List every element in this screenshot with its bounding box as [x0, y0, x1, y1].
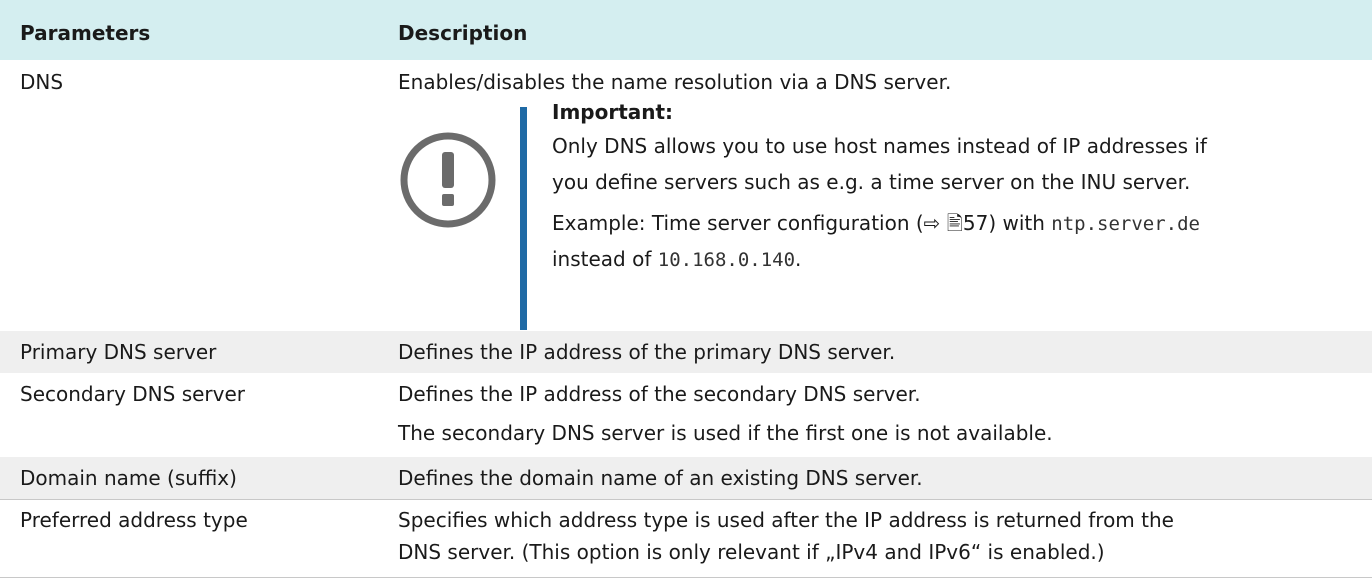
param-primary-dns: Primary DNS server	[20, 340, 217, 364]
param-secondary-dns: Secondary DNS server	[20, 382, 245, 406]
table-row-secondary-dns: Secondary DNS server Defines the IP addr…	[0, 373, 1372, 457]
note-example-host: ntp.server.de	[1051, 213, 1200, 235]
note-line-2: you define servers such as e.g. a time s…	[552, 170, 1191, 194]
table-row-dns: DNS Enables/disables the name resolution…	[0, 60, 1372, 340]
note-example-instead: instead of	[552, 247, 658, 271]
note-example-prefix: Example: Time server configuration (	[552, 211, 924, 235]
desc-secondary-dns-2: The secondary DNS server is used if the …	[398, 421, 1053, 445]
param-preferred-address: Preferred address type	[20, 508, 248, 532]
table-row-domain-name: Domain name (suffix) Defines the domain …	[0, 457, 1372, 499]
note-example-2: instead of 10.168.0.140.	[552, 241, 1352, 278]
desc-preferred-address: Specifies which address type is used aft…	[398, 508, 1174, 532]
table-row-primary-dns: Primary DNS server Defines the IP addres…	[0, 331, 1372, 373]
row-divider	[0, 499, 1372, 500]
header-description: Description	[398, 21, 528, 45]
exclamation-circle-icon	[400, 132, 496, 228]
param-domain-name: Domain name (suffix)	[20, 466, 237, 490]
note-line-1: Only DNS allows you to use host names in…	[552, 134, 1207, 158]
note-example-ip: 10.168.0.140	[657, 249, 796, 271]
note-bar	[520, 107, 527, 330]
note-title: Important:	[552, 100, 674, 124]
note-example: Example: Time server configuration (⇨ 🖹5…	[552, 205, 1352, 242]
header-parameters: Parameters	[20, 21, 151, 45]
note-example-end: .	[795, 247, 802, 271]
desc-secondary-dns: Defines the IP address of the secondary …	[398, 382, 921, 406]
note-example-mid: ) with	[988, 211, 1052, 235]
desc-primary-dns: Defines the IP address of the primary DN…	[398, 340, 896, 364]
table-header: Parameters Description	[0, 0, 1372, 60]
param-dns: DNS	[20, 70, 64, 94]
desc-dns: Enables/disables the name resolution via…	[398, 70, 952, 94]
desc-preferred-address-2: DNS server. (This option is only relevan…	[398, 540, 1105, 564]
note-example-ref[interactable]: ⇨ 🖹57	[924, 211, 989, 235]
table-row-preferred-address: Preferred address type Specifies which a…	[0, 499, 1372, 578]
desc-domain-name: Defines the domain name of an existing D…	[398, 466, 923, 490]
